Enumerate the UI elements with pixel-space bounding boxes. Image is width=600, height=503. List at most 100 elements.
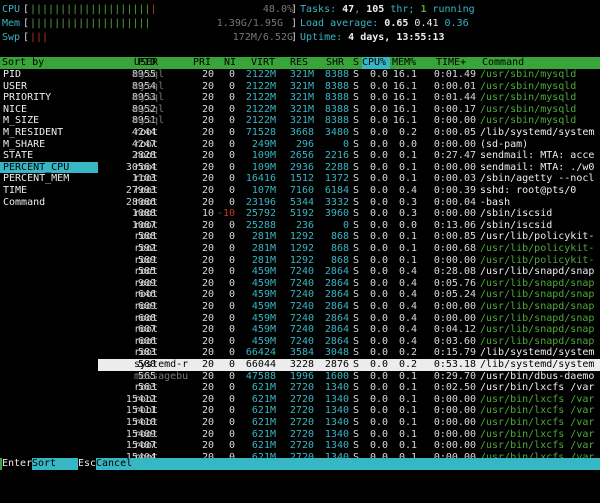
sort-option-m-share[interactable]: M_SHARE <box>0 139 98 151</box>
col-time[interactable]: TIME+ <box>436 57 466 69</box>
cell-s: S <box>353 370 360 382</box>
sort-option-nice[interactable]: NICE <box>0 104 98 116</box>
cell-command: /sbin/agetty --nocl <box>480 173 595 185</box>
cell-s: S <box>353 289 360 301</box>
cell-user: root <box>134 231 159 243</box>
process-row[interactable]: 27993 root 20 0 107M 7160 6184 S 0.0 0.4 0:00.39 ss… <box>98 185 600 197</box>
cell-virt: 281M <box>251 254 276 266</box>
mem-meter: Mem [ ||||||||||||||||||||||||||||||||||… <box>2 18 297 29</box>
cell-pri: 20 <box>201 173 214 185</box>
sort-option-command[interactable]: Command <box>0 197 98 209</box>
process-row[interactable]: 1088 root 10 -10 25792 5192 3960 S 0.0 0.3 0:00.00… <box>98 208 600 220</box>
process-row[interactable]: 606 root 20 0 459M 7240 2864 S 0.0 0.4 0:03.60/usr… <box>98 336 600 348</box>
process-row[interactable]: 8955 mysql 20 0 2122M 321M 8388 S 0.0 16.1 0:01.49… <box>98 69 600 81</box>
process-row[interactable]: 646 root 20 0 459M 7240 2864 S 0.0 0.4 0:05.24/usr… <box>98 289 600 301</box>
process-row[interactable]: 585 root 20 0 459M 7240 2864 S 0.0 0.4 0:28.08/usr… <box>98 266 600 278</box>
process-row[interactable]: 8954 mysql 20 0 2122M 321M 8388 S 0.0 16.1 0:00.01… <box>98 81 600 93</box>
col-shr[interactable]: SHR <box>326 57 344 69</box>
cell-time: 0:53.18 <box>433 359 476 370</box>
process-row[interactable]: 30564 root 20 0 109M 2936 2288 S 0.0 0.1 0:00.00 se… <box>98 162 600 174</box>
process-row[interactable]: 1103 root 20 0 16416 1512 1372 S 0.0 0.1 0:00.03/s… <box>98 173 600 185</box>
col-state[interactable]: S <box>353 57 359 69</box>
cell-s: S <box>353 335 360 347</box>
process-row[interactable]: 909 root 20 0 459M 7240 2864 S 0.0 0.4 0:05.76/usr… <box>98 278 600 290</box>
cell-virt: 66044 <box>245 359 276 370</box>
cell-mem: 0.0 <box>398 219 417 231</box>
sort-option-m-resident[interactable]: M_RESIDENT <box>0 127 98 139</box>
process-row[interactable]: 15411 root 20 0 621M 2720 1340 S 0.0 0.1 0:00.00/u… <box>98 405 600 417</box>
cell-ni: 0 <box>228 277 235 289</box>
process-row[interactable]: 592 root 20 0 281M 1292 868 S 0.0 0.1 0:00.68/usr/… <box>98 243 600 255</box>
process-row[interactable]: 607 root 20 0 459M 7240 2864 S 0.0 0.4 0:04.12/usr… <box>98 324 600 336</box>
process-row[interactable]: 588 root 20 0 281M 1292 868 S 0.0 0.1 0:00.85/usr/… <box>98 231 600 243</box>
sort-option-percent-mem[interactable]: PERCENT_MEM <box>0 173 98 185</box>
cell-s: S <box>353 312 360 324</box>
process-row[interactable]: 15407 root 20 0 621M 2720 1340 S 0.0 0.1 0:00.00/u… <box>98 440 600 452</box>
cell-time: 0:28.08 <box>433 266 476 278</box>
process-row[interactable]: 15412 root 20 0 621M 2720 1340 S 0.0 0.1 0:00.00/u… <box>98 394 600 406</box>
col-res[interactable]: RES <box>290 57 308 69</box>
cell-ni: 0 <box>228 161 235 173</box>
cell-pri: 20 <box>201 277 214 289</box>
process-row[interactable]: 8953 mysql 20 0 2122M 321M 8388 S 0.0 16.1 0:01.44… <box>98 92 600 104</box>
col-cpu[interactable]: CPU% <box>362 57 390 69</box>
col-ni[interactable]: NI <box>224 57 236 69</box>
sort-option-time[interactable]: TIME <box>0 185 98 197</box>
mem-meter-label: Mem <box>2 18 21 29</box>
col-command[interactable]: Command <box>482 57 524 69</box>
cell-cpu: 0.0 <box>369 312 388 324</box>
process-row[interactable]: 8952 mysql 20 0 2122M 321M 8388 S 0.0 16.1 0:00.17… <box>98 104 600 116</box>
process-row[interactable]: 583 root 20 0 66424 3584 3048 S 0.0 0.2 0:15.79/li… <box>98 347 600 359</box>
process-row[interactable]: 8951 mysql 20 0 2122M 321M 8388 S 0.0 16.1 0:00.00… <box>98 115 600 127</box>
sort-option-user[interactable]: USER <box>0 81 98 93</box>
cell-res: 5192 <box>289 208 314 220</box>
cell-shr: 0 <box>342 219 349 231</box>
cell-pri: 20 <box>201 312 214 324</box>
cell-user: root <box>134 196 159 208</box>
process-row[interactable]: 2828 root 20 0 109M 2656 2216 S 0.0 0.1 0:27.47 sen… <box>98 150 600 162</box>
process-row[interactable]: 4244 root 20 0 71528 3668 3480 S 0.0 0.2 0:00.05/l… <box>98 127 600 139</box>
esc-key[interactable]: Esc <box>78 458 97 470</box>
cell-cpu: 0.0 <box>369 103 388 115</box>
process-row[interactable]: 563 root 20 0 621M 2720 1340 S 0.0 0.1 0:02.50/usr… <box>98 382 600 394</box>
process-row[interactable]: 15409 root 20 0 621M 2720 1340 S 0.0 0.1 0:00.00/u… <box>98 429 600 441</box>
cell-s: S <box>353 440 360 452</box>
process-row[interactable]: 608 root 20 0 459M 7240 2864 S 0.0 0.4 0:00.00/usr… <box>98 313 600 325</box>
col-virt[interactable]: VIRT <box>251 57 275 69</box>
cell-command: /usr/lib/snapd/snap <box>480 312 595 324</box>
cell-time: 0:29.70 <box>433 370 476 382</box>
cancel-action[interactable]: Cancel <box>96 458 600 470</box>
cell-shr: 1372 <box>324 173 349 185</box>
sort-option-m-size[interactable]: M_SIZE <box>0 115 98 127</box>
cell-cpu: 0.0 <box>369 428 388 440</box>
sort-option-percent-cpu[interactable]: PERCENT_CPU <box>0 161 98 174</box>
process-row[interactable]: 1087 root 20 0 25288 236 0 S 0.0 0.0 0:13.06/sbin/… <box>98 220 600 232</box>
col-pri[interactable]: PRI <box>193 57 211 69</box>
enter-key[interactable]: Enter <box>2 458 33 470</box>
cell-virt: 621M <box>251 405 276 417</box>
cell-cpu: 0.0 <box>369 196 388 208</box>
cell-res: 236 <box>295 219 314 231</box>
process-row[interactable]: 15410 root 20 0 621M 2720 1340 S 0.0 0.1 0:00.00/u… <box>98 417 600 429</box>
process-row[interactable]: 589 root 20 0 281M 1292 868 S 0.0 0.1 0:00.00/usr/… <box>98 255 600 267</box>
cpu-meter: CPU [ ||||||||||||||||||||| 48.0% ] <box>2 4 297 15</box>
swap-meter: Swp [ ||| 172M/6.52G ] <box>2 32 297 43</box>
sort-option-state[interactable]: STATE <box>0 150 98 162</box>
cell-res: 3668 <box>289 127 314 138</box>
process-row[interactable]: 28086 root 20 0 23196 5344 3332 S 0.0 0.3 0:00.04-… <box>98 197 600 209</box>
sort-option-pid[interactable]: PID <box>0 69 98 81</box>
sort-action[interactable]: Sort <box>32 458 78 470</box>
cell-s: S <box>353 393 360 405</box>
cell-command: /lib/systemd/system <box>480 359 595 370</box>
process-row[interactable]: 609 root 20 0 459M 7240 2864 S 0.0 0.4 0:00.00/usr… <box>98 301 600 313</box>
process-row[interactable]: 565 messagebu 20 0 47588 1996 1600 S 0.0 0.1 0:29.… <box>98 371 600 383</box>
cell-ni: 0 <box>228 127 235 138</box>
cell-s: S <box>353 277 360 289</box>
cell-shr: 2864 <box>324 312 349 324</box>
col-mem[interactable]: MEM% <box>392 57 416 69</box>
sort-option-priority[interactable]: PRIORITY <box>0 92 98 104</box>
cell-res: 2720 <box>289 382 314 394</box>
process-row[interactable]: 4247 root 20 0 249M 296 0 S 0.0 0.0 0:00.00 (sd-pam… <box>98 139 600 151</box>
cell-time: 0:27.47 <box>433 150 476 162</box>
process-row[interactable]: 580 systemd-r 20 0 66044 3228 2876 S 0.0 0.2 0:53.… <box>98 359 600 371</box>
